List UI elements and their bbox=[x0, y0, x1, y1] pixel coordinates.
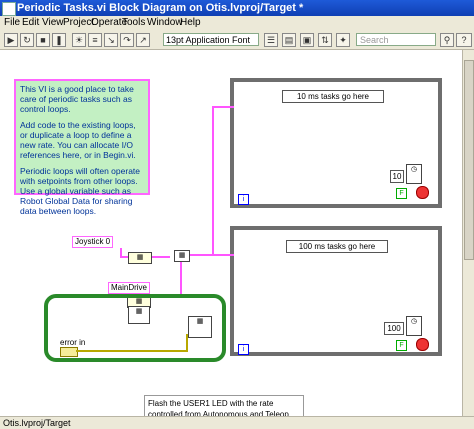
step-over-icon[interactable]: ↷ bbox=[120, 33, 134, 47]
refnum-wire bbox=[212, 106, 214, 256]
flash-led-comment: Flash the USER1 LED with the rate contro… bbox=[144, 395, 304, 416]
retain-wire-values-icon[interactable]: ≡ bbox=[88, 33, 102, 47]
toolbar: ▶ ↻ ■ ❚ ☀ ≡ ↘ ↷ ↗ 13pt Application Font … bbox=[0, 31, 474, 50]
menu-tools[interactable]: Tools bbox=[122, 17, 145, 28]
comment-paragraph: Periodic loops will often operate with s… bbox=[20, 166, 141, 216]
menu-edit[interactable]: Edit bbox=[22, 17, 39, 28]
abort-icon[interactable]: ■ bbox=[36, 33, 50, 47]
search-input[interactable]: Search bbox=[356, 33, 436, 46]
timed-loop-100ms[interactable]: 100 ms tasks go here 100 ◷ i F bbox=[230, 226, 442, 356]
diagram-comment: This VI is a good place to take care of … bbox=[14, 79, 150, 216]
search-icon[interactable]: ⚲ bbox=[440, 33, 454, 47]
pause-icon[interactable]: ❚ bbox=[52, 33, 66, 47]
loop1-label: 10 ms tasks go here bbox=[282, 90, 384, 103]
timed-loop-10ms[interactable]: 10 ms tasks go here 10 ◷ i F bbox=[230, 78, 442, 208]
font-selector[interactable]: 13pt Application Font bbox=[163, 33, 259, 46]
error-wire bbox=[76, 350, 186, 352]
distribute-objects-icon[interactable]: ▤ bbox=[282, 33, 296, 47]
status-bar: Otis.lvproj/Target bbox=[0, 416, 474, 429]
comment-paragraph: This VI is a good place to take care of … bbox=[20, 84, 134, 114]
align-objects-icon[interactable]: ☰ bbox=[264, 33, 278, 47]
loop1-wait-constant[interactable]: 10 bbox=[390, 170, 404, 183]
comment-paragraph: Add code to the existing loops, or dupli… bbox=[20, 120, 136, 160]
window-title: Periodic Tasks.vi Block Diagram on Otis.… bbox=[17, 2, 304, 14]
labview-app-icon bbox=[2, 2, 16, 16]
loop2-stop-constant[interactable]: F bbox=[396, 340, 407, 351]
reorder-icon[interactable]: ⇅ bbox=[318, 33, 332, 47]
error-wire bbox=[186, 334, 188, 352]
error-in-cluster-icon[interactable] bbox=[60, 347, 78, 357]
drive-subvi-icon[interactable]: ▦ bbox=[128, 306, 150, 324]
project-path: Otis.lvproj/Target bbox=[3, 418, 71, 428]
loop1-iteration-icon: i bbox=[238, 194, 249, 205]
vertical-scrollbar[interactable] bbox=[462, 50, 474, 416]
highlight-execution-icon[interactable]: ☀ bbox=[72, 33, 86, 47]
error-in-label: error in bbox=[60, 338, 86, 347]
refnum-wire bbox=[188, 254, 234, 256]
loop2-label: 100 ms tasks go here bbox=[286, 240, 388, 253]
block-diagram-canvas[interactable]: This VI is a good place to take care of … bbox=[0, 50, 462, 416]
scrollbar-thumb[interactable] bbox=[464, 60, 474, 260]
joystick-refnum-icon[interactable]: ▦ bbox=[128, 252, 152, 264]
resize-objects-icon[interactable]: ▣ bbox=[300, 33, 314, 47]
run-arrow-icon[interactable]: ▶ bbox=[4, 33, 18, 47]
robot-drive-subvi-icon[interactable]: ▦ bbox=[188, 316, 212, 338]
loop1-stop-constant[interactable]: F bbox=[396, 188, 407, 199]
loop2-stop-icon[interactable] bbox=[416, 338, 429, 351]
cleanup-diagram-icon[interactable]: ✦ bbox=[336, 33, 350, 47]
menu-help[interactable]: Help bbox=[180, 17, 201, 28]
joystick-label[interactable]: Joystick 0 bbox=[72, 236, 114, 248]
loop2-iteration-icon: i bbox=[238, 344, 249, 355]
step-out-icon[interactable]: ↗ bbox=[136, 33, 150, 47]
help-icon[interactable]: ? bbox=[456, 33, 472, 47]
menu-view[interactable]: View bbox=[42, 17, 64, 28]
wait-ms-icon[interactable]: ◷ bbox=[406, 164, 422, 184]
wait-ms-icon[interactable]: ◷ bbox=[406, 316, 422, 336]
bundle-node-icon[interactable]: ▦ bbox=[174, 250, 190, 262]
loop2-wait-constant[interactable]: 100 bbox=[384, 322, 404, 335]
loop1-stop-icon[interactable] bbox=[416, 186, 429, 199]
maindrive-label[interactable]: MainDrive bbox=[108, 282, 151, 294]
window-titlebar[interactable]: Periodic Tasks.vi Block Diagram on Otis.… bbox=[0, 0, 474, 16]
menu-file[interactable]: File bbox=[4, 17, 20, 28]
menu-bar: File Edit View Project Operate Tools Win… bbox=[0, 16, 474, 32]
step-into-icon[interactable]: ↘ bbox=[104, 33, 118, 47]
refnum-wire bbox=[212, 106, 234, 108]
menu-project[interactable]: Project bbox=[63, 17, 94, 28]
run-continuously-icon[interactable]: ↻ bbox=[20, 33, 34, 47]
menu-window[interactable]: Window bbox=[147, 17, 183, 28]
refnum-wire bbox=[180, 258, 182, 298]
